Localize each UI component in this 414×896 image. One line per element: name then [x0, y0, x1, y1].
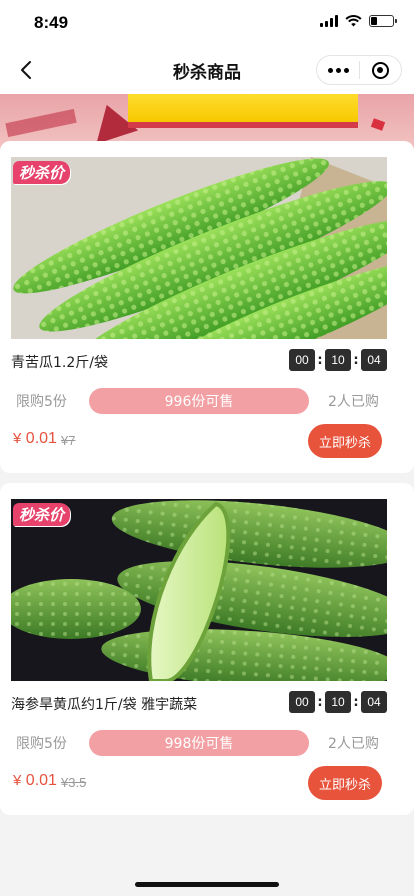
countdown-minutes: 10: [325, 349, 351, 371]
stock-progress-bar: 996份可售: [89, 388, 309, 414]
countdown-hours: 00: [289, 349, 315, 371]
purchase-limit: 限购5份: [16, 736, 67, 752]
target-close-icon: [371, 61, 389, 79]
bitter-melon-picture: [11, 157, 387, 339]
nav-bar: 秒杀商品: [0, 46, 414, 94]
original-price: ¥7: [61, 433, 76, 448]
product-image-bitter-melon[interactable]: 秒杀价: [11, 157, 387, 339]
original-price: ¥3.5: [61, 775, 87, 790]
available-stock: 996份可售: [164, 394, 234, 410]
product-card[interactable]: 秒杀价 海参旱黄瓜约1斤/袋 雅宇蔬菜 00 : 10 : 04 限购5份 99…: [0, 483, 414, 815]
status-bar: 8:49: [0, 0, 414, 46]
product-image-cucumber[interactable]: 秒杀价: [11, 499, 387, 681]
available-stock: 998份可售: [164, 736, 234, 752]
seckill-price: ¥ 0.01: [13, 772, 57, 789]
more-dots-icon: [327, 67, 333, 73]
signal-icon: [320, 15, 338, 27]
cucumber-picture: [11, 499, 387, 681]
countdown-hours: 00: [289, 691, 315, 713]
menu-capsule: [316, 55, 402, 85]
seckill-tag: 秒杀价: [13, 161, 71, 184]
more-button[interactable]: [317, 56, 359, 84]
wifi-icon: [345, 15, 362, 27]
status-time: 8:49: [34, 13, 69, 32]
countdown-seconds: 04: [361, 691, 387, 713]
purchase-limit: 限购5份: [16, 394, 67, 410]
battery-icon: [369, 15, 397, 27]
buy-now-button[interactable]: 立即秒杀: [308, 766, 382, 800]
close-miniprogram-button[interactable]: [360, 56, 401, 84]
product-name: 海参旱黄瓜约1斤/袋 雅宇蔬菜: [11, 697, 198, 713]
countdown-seconds: 04: [361, 349, 387, 371]
countdown-timer: 00 : 10 : 04: [289, 349, 387, 371]
product-name: 青苦瓜1.2斤/袋: [11, 355, 108, 371]
buy-now-button[interactable]: 立即秒杀: [308, 424, 382, 458]
countdown-minutes: 10: [325, 691, 351, 713]
bought-count: 2人已购: [328, 736, 379, 752]
status-icons: [320, 15, 397, 27]
countdown-timer: 00 : 10 : 04: [289, 691, 387, 713]
seckill-price: ¥ 0.01: [13, 430, 57, 447]
product-card[interactable]: 秒杀价 青苦瓜1.2斤/袋 00 : 10 : 04 限购5份 996份可售 2…: [0, 141, 414, 473]
bought-count: 2人已购: [328, 394, 379, 410]
seckill-tag: 秒杀价: [13, 503, 71, 526]
stock-progress-bar: 998份可售: [89, 730, 309, 756]
home-indicator: [135, 882, 279, 887]
